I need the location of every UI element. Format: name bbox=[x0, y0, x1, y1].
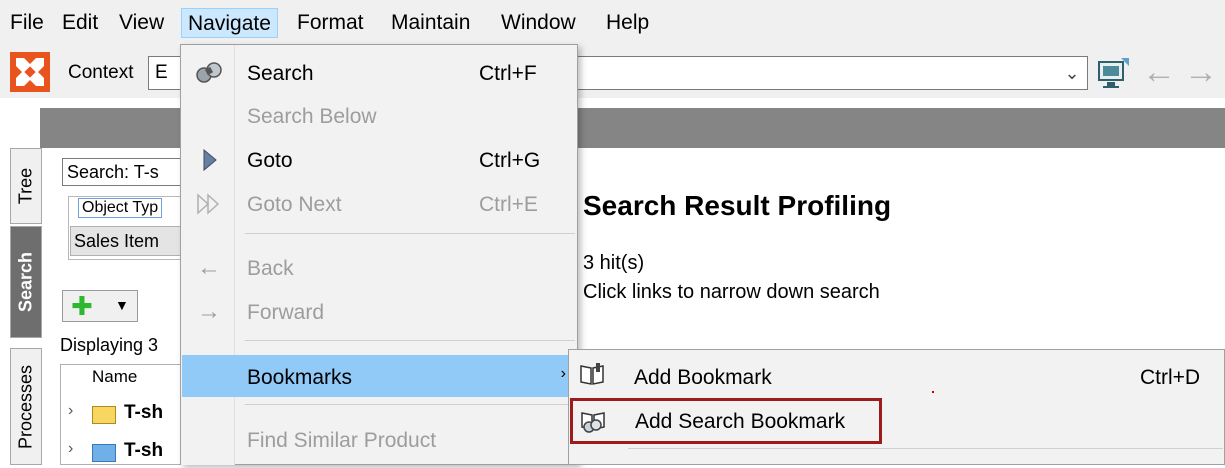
menu-help[interactable]: Help bbox=[600, 8, 655, 38]
tab-tree[interactable]: Tree bbox=[10, 148, 42, 224]
play-triangle-icon bbox=[194, 146, 224, 174]
forward-arrow-icon: → bbox=[197, 298, 221, 325]
double-triangle-icon bbox=[194, 190, 224, 218]
menu-separator bbox=[245, 404, 575, 405]
plus-icon: ✚ bbox=[71, 291, 93, 321]
table-row[interactable]: › T-sh bbox=[66, 402, 186, 430]
menu-item-goto[interactable]: Goto Ctrl+G bbox=[182, 140, 576, 180]
narrow-hint: Click links to narrow down search bbox=[583, 281, 880, 303]
menu-view[interactable]: View bbox=[113, 8, 170, 38]
menu-separator bbox=[245, 340, 575, 341]
column-header-name[interactable]: Name bbox=[92, 367, 137, 387]
result-count: Displaying 3 bbox=[60, 335, 159, 355]
folder-icon bbox=[92, 406, 116, 424]
menu-item-search[interactable]: Search Ctrl+F bbox=[182, 53, 576, 93]
monitor-icon[interactable] bbox=[1095, 56, 1131, 90]
menu-separator bbox=[245, 233, 575, 234]
menu-item-goto-next[interactable]: Goto Next Ctrl+E bbox=[182, 184, 576, 224]
red-dot-mark bbox=[932, 391, 934, 393]
book-icon bbox=[578, 360, 606, 388]
menu-navigate[interactable]: Navigate bbox=[181, 8, 278, 38]
back-arrow-icon: ← bbox=[197, 254, 221, 281]
menu-item-back[interactable]: ← Back bbox=[182, 248, 576, 288]
context-select[interactable]: E bbox=[148, 56, 182, 90]
menu-maintain[interactable]: Maintain bbox=[385, 8, 476, 38]
hit-count: 3 hit(s) bbox=[583, 252, 645, 274]
menu-item-find-similar-product[interactable]: Find Similar Product bbox=[182, 420, 576, 460]
tab-search[interactable]: Search bbox=[10, 226, 42, 338]
menu-item-add-bookmark[interactable]: Add Bookmark Ctrl+D bbox=[570, 354, 1225, 394]
folder-icon bbox=[92, 444, 116, 462]
object-type-label: Object Typ bbox=[78, 198, 163, 218]
menu-format[interactable]: Format bbox=[291, 8, 370, 38]
menu-edit[interactable]: Edit bbox=[56, 8, 104, 38]
table-row[interactable]: › T-sh bbox=[66, 440, 186, 468]
menu-item-bookmarks[interactable]: Bookmarks › bbox=[182, 355, 576, 397]
menu-item-search-below[interactable]: Search Below bbox=[182, 96, 576, 136]
menu-item-forward[interactable]: → Forward bbox=[182, 292, 576, 332]
search-bookmark-icon bbox=[579, 407, 607, 435]
context-label: Context bbox=[68, 62, 134, 83]
expand-icon[interactable]: › bbox=[68, 402, 73, 420]
chevron-right-icon: › bbox=[560, 365, 566, 382]
page-title: Search Result Profiling bbox=[583, 190, 892, 221]
menu-item-add-search-bookmark[interactable]: Add Search Bookmark bbox=[570, 398, 882, 444]
search-input[interactable]: Search: T-s bbox=[62, 158, 182, 186]
tab-processes[interactable]: Processes bbox=[10, 348, 42, 465]
menu-window[interactable]: Window bbox=[495, 8, 582, 38]
expand-icon[interactable]: › bbox=[68, 440, 73, 458]
caret-down-icon: ▼ bbox=[115, 297, 129, 313]
app-logo-icon bbox=[10, 52, 50, 92]
object-type-select[interactable]: Sales Item bbox=[70, 226, 182, 256]
context-field[interactable] bbox=[578, 56, 1088, 90]
add-button[interactable]: ✚ ▼ bbox=[62, 290, 138, 322]
binoculars-icon bbox=[194, 59, 224, 87]
back-arrow-icon[interactable]: ← bbox=[1142, 54, 1176, 90]
chevron-down-icon[interactable]: ⌄ bbox=[1058, 58, 1086, 88]
menu-bar: File Edit View Navigate Format Maintain … bbox=[0, 0, 1225, 46]
menu-separator bbox=[628, 448, 1223, 449]
menu-file[interactable]: File bbox=[4, 8, 50, 38]
forward-arrow-icon[interactable]: → bbox=[1184, 54, 1218, 90]
